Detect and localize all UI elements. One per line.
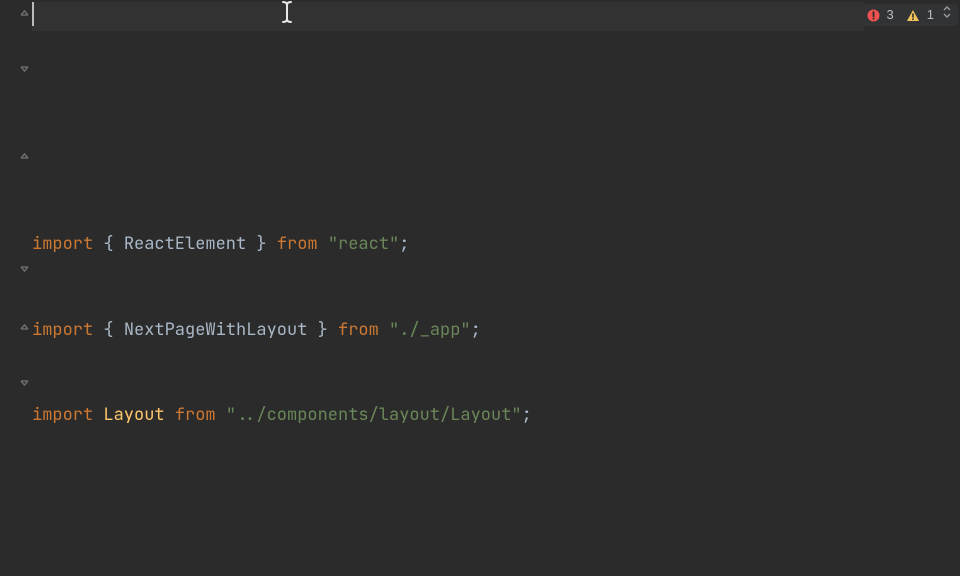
fold-marker[interactable] (19, 263, 29, 275)
fold-marker[interactable] (19, 377, 29, 389)
fold-marker[interactable] (19, 6, 29, 18)
current-line-highlight (32, 2, 864, 31)
gutter (0, 0, 32, 576)
code-line[interactable] (32, 572, 960, 576)
fold-marker[interactable] (19, 149, 29, 161)
fold-marker[interactable] (19, 63, 29, 75)
text-caret (32, 2, 34, 26)
warning-count: 1 (927, 1, 934, 30)
code-line[interactable]: import Layout from "../components/layout… (32, 401, 960, 430)
code-line[interactable]: import { NextPageWithLayout } from "./_a… (32, 316, 960, 345)
error-icon (867, 9, 880, 22)
chevron-up-down-icon (942, 1, 952, 30)
code-editor[interactable]: import { ReactElement } from "react"; im… (0, 0, 960, 576)
fold-marker[interactable] (19, 320, 29, 332)
code-area[interactable]: import { ReactElement } from "react"; im… (32, 0, 960, 576)
inspection-status[interactable]: 3 1 (859, 4, 958, 26)
warning-icon (906, 9, 920, 22)
code-line[interactable]: import { ReactElement } from "react"; (32, 230, 960, 259)
code-line[interactable] (32, 487, 960, 516)
error-count: 3 (887, 1, 894, 30)
